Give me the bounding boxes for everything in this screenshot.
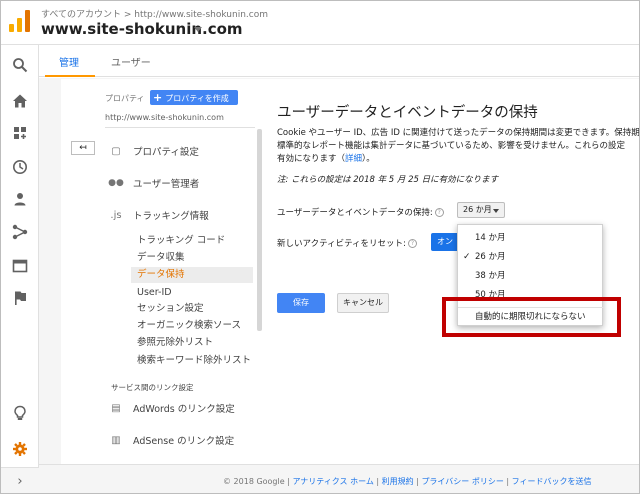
property-label: プロパティ	[105, 94, 145, 103]
nav-item-user-id[interactable]: User-ID	[131, 285, 253, 301]
adsense-icon: ▥	[111, 434, 121, 446]
footer-link-terms[interactable]: 利用規約	[382, 477, 414, 486]
footer-link-privacy[interactable]: プライバシー ポリシー	[421, 477, 503, 486]
retention-period-select[interactable]: 26 か月	[457, 202, 505, 218]
caret-down-icon	[493, 209, 499, 213]
create-property-label: プロパティを作成	[165, 94, 229, 103]
back-arrow-icon[interactable]: ↤	[71, 141, 95, 155]
nav-section-label: トラッキング情報	[133, 211, 209, 222]
nav-property-settings[interactable]: ▢ プロパティ設定	[107, 144, 199, 159]
nav-adsense-linking[interactable]: ▥ AdSense のリンク設定	[107, 433, 235, 448]
dropdown-option-50-months[interactable]: 50 か月	[458, 286, 604, 304]
home-icon[interactable]	[1, 85, 39, 117]
nav-tracking-info[interactable]: .js トラッキング情報	[107, 208, 209, 223]
account-breadcrumb[interactable]: すべてのアカウント > http://www.site-shokunin.com	[41, 7, 268, 20]
expand-rail-button[interactable]: ›	[1, 467, 39, 493]
help-icon[interactable]: ?	[407, 239, 417, 248]
analytics-logo-icon	[9, 10, 31, 32]
retention-selected-value: 26 か月	[463, 205, 492, 214]
tab-admin[interactable]: 管理	[59, 54, 79, 69]
nav-divider	[105, 127, 255, 128]
window-icon[interactable]	[1, 250, 39, 282]
dropdown-option-14-months[interactable]: 14 か月	[458, 229, 604, 247]
learn-more-link[interactable]: 詳細	[345, 154, 362, 164]
plus-icon: +	[153, 91, 163, 104]
nav-item-session-settings[interactable]: セッション設定	[131, 301, 253, 317]
description-line: Cookie やユーザー ID、広告 ID に関連付けて送ったデータの保持期間は…	[277, 128, 640, 138]
description-line: 標準的なレポート機能は集計データに基づいているため、影響を受けません。これらの設…	[277, 141, 625, 151]
retention-row-label: ユーザーデータとイベントデータの保持:?	[277, 206, 444, 218]
flag-icon[interactable]	[1, 282, 39, 314]
nav-item-referral-exclusion[interactable]: 参照元除外リスト	[131, 335, 253, 351]
footer-link-analytics-home[interactable]: アナリティクス ホーム	[292, 477, 373, 486]
search-icon[interactable]	[1, 49, 39, 81]
lightbulb-icon[interactable]	[1, 397, 39, 429]
nav-section-label: AdWords のリンク設定	[133, 404, 235, 415]
nav-item-tracking-code[interactable]: トラッキング コード	[131, 233, 253, 249]
footer: © 2018 Google | アナリティクス ホーム | 利用規約 | プライ…	[223, 477, 592, 486]
nav-item-organic-search[interactable]: オーガニック検索ソース	[131, 318, 253, 334]
adwords-icon: ▤	[111, 402, 121, 414]
js-icon: .js	[110, 209, 122, 221]
dashboard-icon[interactable]	[1, 117, 39, 149]
checkmark-icon: ✓	[463, 252, 471, 262]
property-selector[interactable]: www.site-shokunin.com	[41, 20, 243, 38]
nav-adwords-linking[interactable]: ▤ AdWords のリンク設定	[107, 401, 235, 416]
nav-scrollbar[interactable]	[257, 129, 262, 331]
create-property-button[interactable]: + プロパティを作成	[150, 90, 238, 105]
save-button[interactable]: 保存	[277, 293, 325, 313]
nav-section-label: ユーザー管理者	[133, 179, 200, 190]
active-tab-indicator	[45, 75, 95, 77]
chevron-down-icon[interactable]	[194, 27, 202, 32]
page-title: ユーザーデータとイベントデータの保持	[277, 105, 538, 121]
analytics-window: すべてのアカウント > http://www.site-shokunin.com…	[0, 0, 640, 494]
description-line: 有効になります（詳細）。	[277, 154, 375, 164]
header: すべてのアカウント > http://www.site-shokunin.com…	[1, 1, 639, 45]
admin-tabs: 管理 ユーザー	[39, 45, 639, 77]
dropdown-option-38-months[interactable]: 38 か月	[458, 267, 604, 285]
property-url: http://www.site-shokunin.com	[105, 113, 224, 122]
product-linking-heading: サービス間のリンク設定	[111, 383, 194, 392]
dropdown-option-26-months[interactable]: ✓ 26 か月	[458, 248, 604, 266]
clock-icon[interactable]	[1, 151, 39, 183]
person-icon[interactable]	[1, 183, 39, 215]
left-rail: ›	[1, 45, 39, 493]
nav-section-label: AdSense のリンク設定	[133, 436, 235, 447]
nav-item-data-retention[interactable]: データ保持	[131, 267, 253, 283]
users-icon: ●●	[108, 178, 124, 188]
footer-divider	[39, 464, 639, 465]
footer-link-feedback[interactable]: フィードバックを送信	[512, 477, 592, 486]
help-icon[interactable]: ?	[434, 208, 444, 217]
retention-description: Cookie やユーザー ID、広告 ID に関連付けて送ったデータの保持期間は…	[277, 127, 640, 166]
reset-row-label: 新しいアクティビティをリセット:?	[277, 237, 417, 249]
nav-user-management[interactable]: ●● ユーザー管理者	[107, 176, 199, 190]
copyright-text: © 2018 Google	[223, 477, 285, 486]
effective-date-note: 注: これらの設定は 2018 年 5 月 25 日に有効になります	[277, 175, 499, 185]
nav-section-label: プロパティ設定	[133, 147, 199, 158]
share-icon[interactable]	[1, 216, 39, 248]
nav-item-data-collection[interactable]: データ収集	[131, 250, 253, 266]
tab-user[interactable]: ユーザー	[111, 54, 151, 69]
cancel-button[interactable]: キャンセル	[337, 293, 389, 313]
retention-dropdown-menu: 14 か月 ✓ 26 か月 38 か月 50 か月 自動的に期限切れにならない	[457, 224, 604, 326]
settings-page-icon: ▢	[111, 145, 121, 157]
gear-icon[interactable]	[1, 433, 39, 465]
dropdown-option-never-expire[interactable]: 自動的に期限切れにならない	[458, 308, 604, 326]
nav-item-search-term-exclusion[interactable]: 検索キーワード除外リスト	[131, 353, 253, 369]
